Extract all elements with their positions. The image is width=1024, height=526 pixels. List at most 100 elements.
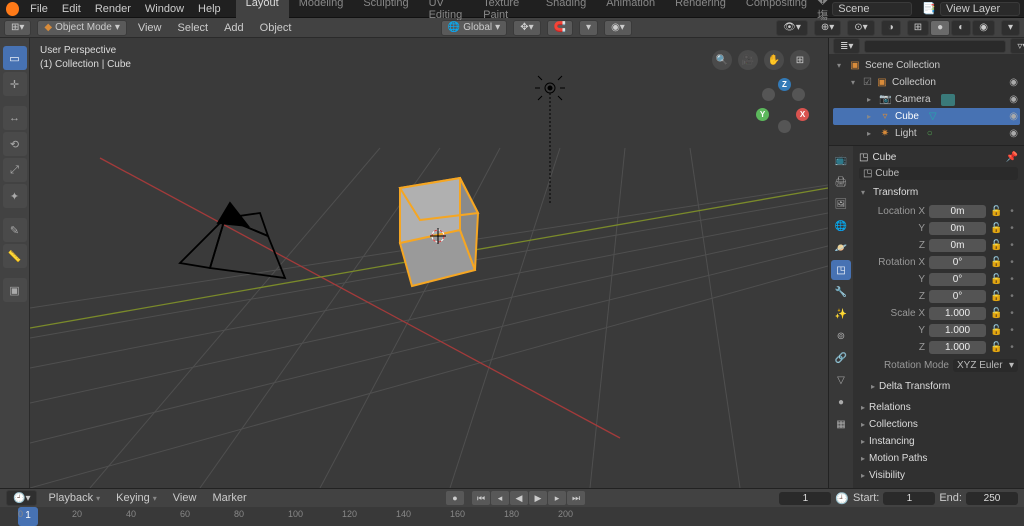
lock-icon[interactable]: 🔓: [990, 274, 1002, 285]
play-rev-button[interactable]: ◀: [510, 491, 528, 505]
props-tab-scene[interactable]: 🌐: [831, 216, 851, 236]
scale-x[interactable]: 1.000: [929, 307, 986, 320]
workspace-tab-rendering[interactable]: Rendering: [665, 0, 736, 23]
outliner-scene-collection[interactable]: ▾▣ Scene Collection: [833, 57, 1020, 74]
tool-rotate[interactable]: ⟲: [3, 132, 27, 156]
play-button[interactable]: ▶: [529, 491, 547, 505]
shading-wireframe[interactable]: ⊞: [907, 20, 929, 36]
workspace-tab-modeling[interactable]: Modeling: [289, 0, 354, 23]
tool-measure[interactable]: 📏: [3, 244, 27, 268]
axis-neg3-icon[interactable]: [778, 120, 791, 133]
location-y[interactable]: 0m: [929, 222, 986, 235]
axis-z-icon[interactable]: Z: [778, 78, 791, 91]
visibility-toggle[interactable]: ◉: [1009, 77, 1020, 88]
viewport-menu-object[interactable]: Object: [255, 20, 297, 36]
timeline-menu-playback[interactable]: Playback: [43, 490, 105, 506]
outliner-collection[interactable]: ▾☑▣ Collection ◉: [833, 74, 1020, 91]
nav-gizmo[interactable]: X Y Z: [756, 78, 810, 132]
keyframe-prev-button[interactable]: ◂: [491, 491, 509, 505]
lock-icon[interactable]: 🔓: [990, 240, 1002, 251]
panel-motion-paths[interactable]: Motion Paths: [859, 450, 1018, 467]
scale-z[interactable]: 1.000: [929, 341, 986, 354]
props-tab-render[interactable]: 📺: [831, 150, 851, 170]
lock-icon[interactable]: 🔓: [990, 291, 1002, 302]
snap-toggle[interactable]: 🧲: [547, 20, 573, 36]
gizmo-toggle[interactable]: ⊕▾: [814, 20, 841, 36]
props-tab-output[interactable]: 🖨: [831, 172, 851, 192]
timeline-menu-view[interactable]: View: [168, 490, 202, 506]
panel-instancing[interactable]: Instancing: [859, 433, 1018, 450]
viewport-3d[interactable]: User Perspective (1) Collection | Cube 🔍…: [30, 38, 828, 488]
outliner-item-light[interactable]: ▸✷ Light ○ ◉: [833, 125, 1020, 142]
snap-options[interactable]: ▾: [579, 20, 598, 36]
props-tab-constraints[interactable]: 🔗: [831, 348, 851, 368]
axis-x-icon[interactable]: X: [796, 108, 809, 121]
panel-relations[interactable]: Relations: [859, 399, 1018, 416]
visibility-toggle[interactable]: ◉: [1009, 111, 1020, 122]
gizmo-persp[interactable]: ⊞: [790, 50, 810, 70]
menu-file[interactable]: File: [23, 1, 55, 17]
menu-window[interactable]: Window: [138, 1, 191, 17]
pin-icon[interactable]: 📌: [1006, 152, 1018, 163]
shading-matprev[interactable]: ◐: [951, 20, 971, 36]
menu-render[interactable]: Render: [88, 1, 138, 17]
lock-icon[interactable]: 🔓: [990, 257, 1002, 268]
rotation-y[interactable]: 0°: [929, 273, 986, 286]
proportional-edit[interactable]: ◉▾: [604, 20, 632, 36]
clock-icon[interactable]: 🕘: [835, 492, 849, 505]
panel-visibility[interactable]: Visibility: [859, 467, 1018, 484]
current-frame[interactable]: 1: [779, 492, 831, 505]
timeline-ruler[interactable]: 1 0 20 40 60 80 100 120 140 160 180 200: [0, 507, 1024, 526]
overlay-toggle[interactable]: ⊙▾: [847, 20, 874, 36]
autokey-button[interactable]: ●: [446, 491, 464, 505]
panel-transform-header[interactable]: ▾Transform: [859, 184, 1018, 201]
props-tab-modifiers[interactable]: 🔧: [831, 282, 851, 302]
rotation-x[interactable]: 0°: [929, 256, 986, 269]
scale-y[interactable]: 1.000: [929, 324, 986, 337]
tool-annotate[interactable]: ✎: [3, 218, 27, 242]
lock-icon[interactable]: 🔓: [990, 342, 1002, 353]
object-name-field[interactable]: ◳ Cube: [859, 167, 1018, 180]
timeline-menu-keying[interactable]: Keying: [111, 490, 162, 506]
menu-edit[interactable]: Edit: [55, 1, 88, 17]
gizmo-zoom[interactable]: 🔍: [712, 50, 732, 70]
location-x[interactable]: 0m: [929, 205, 986, 218]
xray-toggle[interactable]: ◑: [881, 20, 901, 36]
props-tab-object[interactable]: ◳: [831, 260, 851, 280]
rotation-mode-select[interactable]: XYZ Euler▾: [953, 359, 1018, 372]
tool-transform[interactable]: ✦: [3, 184, 27, 208]
tool-move[interactable]: ↔: [3, 106, 27, 130]
orientation-selector[interactable]: 🌐 Global ▾: [441, 20, 507, 36]
outliner-display-mode[interactable]: ≣▾: [833, 38, 860, 54]
tool-add-cube[interactable]: ▣: [3, 278, 27, 302]
lock-icon[interactable]: 🔓: [990, 223, 1002, 234]
menu-help[interactable]: Help: [191, 1, 228, 17]
shading-solid[interactable]: ●: [930, 20, 950, 36]
axis-neg1-icon[interactable]: [762, 88, 775, 101]
lock-icon[interactable]: 🔓: [990, 325, 1002, 336]
shading-options[interactable]: ▾: [1001, 20, 1020, 36]
props-tab-texture[interactable]: ▦: [831, 414, 851, 434]
props-tab-viewlayer[interactable]: 🖼: [831, 194, 851, 214]
lock-icon[interactable]: 🔓: [990, 308, 1002, 319]
panel-delta-transform[interactable]: Delta Transform: [869, 378, 1018, 395]
timeline-menu-marker[interactable]: Marker: [207, 490, 251, 506]
jump-start-button[interactable]: ⏮: [472, 491, 490, 505]
scene-name-input[interactable]: [832, 2, 912, 16]
props-tab-data[interactable]: ▽: [831, 370, 851, 390]
gizmo-move-view[interactable]: ✋: [764, 50, 784, 70]
lock-icon[interactable]: 🔓: [990, 206, 1002, 217]
editor-type-button[interactable]: ⊞▾: [4, 20, 31, 36]
visibility-toggle[interactable]: ◉: [1009, 128, 1020, 139]
location-z[interactable]: 0m: [929, 239, 986, 252]
viewport-menu-select[interactable]: Select: [173, 20, 214, 36]
tool-scale[interactable]: ⤢: [3, 158, 27, 182]
start-frame[interactable]: 1: [883, 492, 935, 505]
visibility-filter[interactable]: 👁▾: [776, 20, 808, 36]
outliner-item-camera[interactable]: ▸📷 Camera ◉: [833, 91, 1020, 108]
tool-cursor[interactable]: ✛: [3, 72, 27, 96]
axis-y-icon[interactable]: Y: [756, 108, 769, 121]
visibility-toggle[interactable]: ◉: [1009, 94, 1020, 105]
outliner-item-cube[interactable]: ▸▿ Cube ▽ ◉: [833, 108, 1020, 125]
props-tab-world[interactable]: 🪐: [831, 238, 851, 258]
